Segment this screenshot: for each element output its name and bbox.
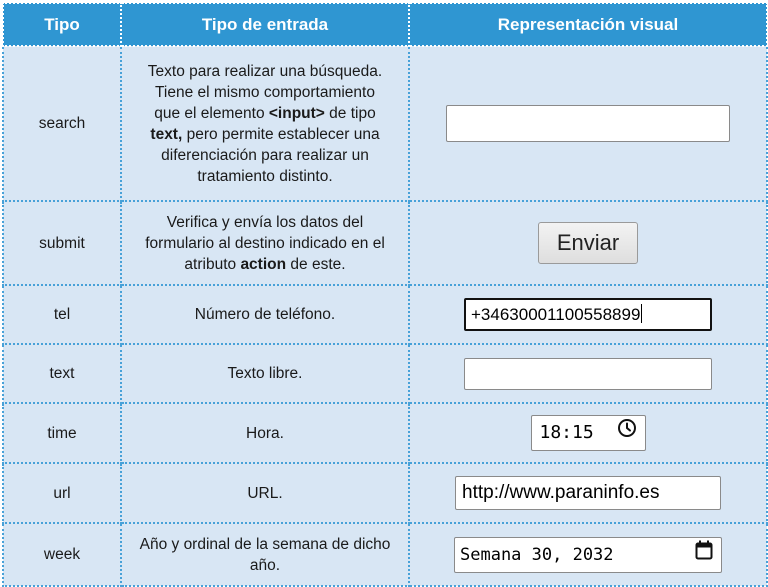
week-input[interactable]: Semana 30, 2032: [454, 536, 722, 573]
desc-text: de tipo: [324, 104, 376, 122]
visual-cell: Semana 30, 2032: [408, 522, 768, 587]
desc-text: pero permite establecer una: [182, 125, 380, 143]
table-row-url: url URL. http://www.paraninfo.es: [2, 462, 768, 524]
desc-line: Texto para realizar una búsqueda.: [147, 62, 383, 80]
table-row-submit: submit Verifica y envía los datos del fo…: [2, 200, 768, 286]
description-cell: Texto para realizar una búsqueda. Tiene …: [120, 45, 410, 202]
visual-cell: Enviar: [408, 200, 768, 286]
desc-line: Hora.: [246, 424, 284, 442]
time-value: 18:15: [539, 422, 594, 443]
type-cell: submit: [2, 200, 122, 286]
table-row-tel: tel Número de teléfono. +346300011005588…: [2, 284, 768, 345]
calendar-icon[interactable]: [695, 538, 713, 572]
enviar-button[interactable]: Enviar: [538, 222, 638, 264]
visual-cell: [408, 45, 768, 202]
desc-emphasis: action: [240, 255, 287, 273]
header-row: Tipo Tipo de entrada Representación visu…: [2, 2, 768, 47]
visual-cell: 18:15: [408, 402, 768, 464]
desc-emphasis: text,: [150, 125, 183, 143]
visual-cell: http://www.paraninfo.es: [408, 462, 768, 524]
description-cell: Texto libre.: [120, 343, 410, 404]
description-cell: Año y ordinal de la semana de dicho año.: [120, 522, 410, 587]
desc-line: Número de teléfono.: [194, 306, 336, 323]
desc-line: Verifica y envía los datos del: [166, 213, 364, 231]
tel-value: +34630001100558899: [471, 305, 641, 324]
description-cell: Número de teléfono.: [120, 284, 410, 345]
type-cell: week: [2, 522, 122, 587]
text-caret: [641, 304, 643, 323]
desc-emphasis: <input>: [268, 104, 325, 122]
table-row-week: week Año y ordinal de la semana de dicho…: [2, 522, 768, 587]
desc-line: diferenciación para realizar un: [161, 146, 369, 164]
type-cell: url: [2, 462, 122, 524]
desc-line: tratamiento distinto.: [197, 167, 333, 185]
visual-cell: +34630001100558899: [408, 284, 768, 345]
url-input[interactable]: http://www.paraninfo.es: [455, 476, 721, 510]
week-value: Semana 30, 2032: [460, 544, 614, 565]
type-cell: tel: [2, 284, 122, 345]
input-types-table: Tipo Tipo de entrada Representación visu…: [2, 2, 768, 587]
desc-line: Texto libre.: [227, 365, 303, 382]
text-input[interactable]: [464, 357, 712, 390]
table-row-search: search Texto para realizar una búsqueda.…: [2, 45, 768, 202]
desc-line: formulario al destino indicado en el: [145, 234, 385, 252]
desc-text: que el elemento: [154, 104, 269, 122]
type-cell: search: [2, 45, 122, 202]
desc-line: año.: [249, 556, 281, 574]
description-cell: Verifica y envía los datos del formulari…: [120, 200, 410, 286]
tel-input[interactable]: +34630001100558899: [464, 298, 712, 331]
visual-cell: [408, 343, 768, 404]
table-row-time: time Hora. 18:15: [2, 402, 768, 464]
desc-line: Año y ordinal de la semana de dicho: [139, 535, 391, 553]
desc-text: atributo: [184, 255, 241, 273]
type-cell: time: [2, 402, 122, 464]
desc-text: de este.: [286, 255, 346, 273]
desc-line: URL.: [247, 484, 283, 502]
header-representacion-visual: Representación visual: [408, 2, 768, 47]
table-row-text: text Texto libre.: [2, 343, 768, 404]
header-tipo: Tipo: [2, 2, 122, 47]
desc-line: Tiene el mismo comportamiento: [155, 83, 375, 101]
search-input[interactable]: [446, 105, 730, 142]
type-cell: text: [2, 343, 122, 404]
clock-icon[interactable]: [617, 416, 637, 450]
header-tipo-entrada: Tipo de entrada: [120, 2, 410, 47]
description-cell: URL.: [120, 462, 410, 524]
description-cell: Hora.: [120, 402, 410, 464]
time-input[interactable]: 18:15: [530, 415, 646, 451]
